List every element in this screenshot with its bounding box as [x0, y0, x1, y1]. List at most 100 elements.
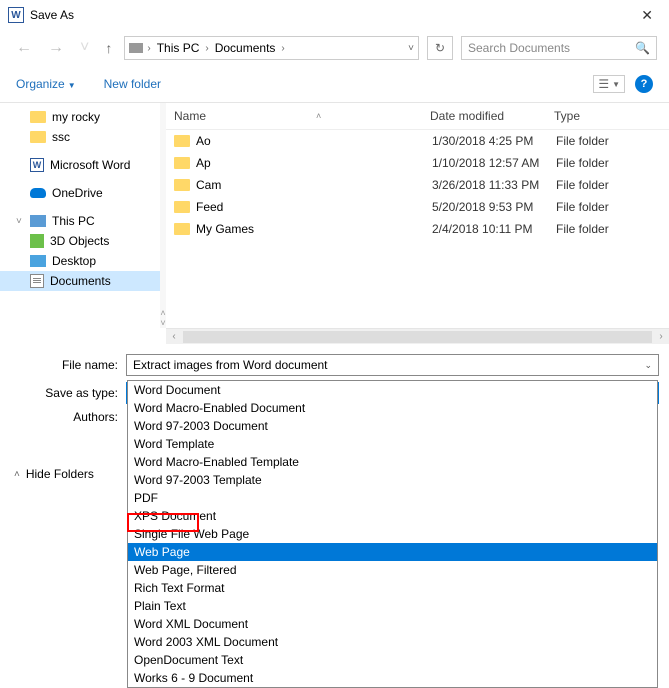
scroll-right-icon[interactable]: ›: [653, 331, 669, 342]
chevron-right-icon: ›: [281, 43, 284, 54]
breadcrumb-folder[interactable]: Documents: [213, 41, 278, 55]
forward-icon[interactable]: →: [44, 39, 68, 57]
hide-folders-button[interactable]: ˄ Hide Folders: [14, 467, 94, 481]
file-name: My Games: [196, 222, 254, 236]
file-row[interactable]: Cam 3/26/2018 11:33 PMFile folder: [166, 174, 669, 196]
address-bar[interactable]: › This PC › Documents › ˅: [124, 36, 419, 60]
word-app-icon: W: [8, 7, 24, 23]
type-option[interactable]: Web Page, Filtered: [128, 561, 657, 579]
nav-tree: my rocky ssc WMicrosoft Word OneDrive This P…: [0, 103, 160, 328]
file-name-label: File name:: [10, 358, 126, 372]
tree-item-label: my rocky: [52, 110, 100, 124]
tree-item[interactable]: This PC˅: [0, 211, 160, 231]
help-button[interactable]: ?: [635, 75, 653, 93]
search-placeholder: Search Documents: [468, 41, 570, 55]
folder-icon: [174, 135, 190, 147]
tree-item-label: OneDrive: [52, 186, 103, 200]
file-name: Feed: [196, 200, 223, 214]
folder-icon: [174, 179, 190, 191]
tree-item[interactable]: 3D Objects: [0, 231, 160, 251]
file-type: File folder: [556, 200, 661, 214]
type-option[interactable]: Plain Text: [128, 597, 657, 615]
file-date: 1/10/2018 12:57 AM: [432, 156, 556, 170]
tree-item-label: Documents: [50, 274, 111, 288]
column-headers: Name˄ Date modified Type: [166, 103, 669, 130]
up-icon[interactable]: ↑: [101, 40, 116, 56]
recent-dropdown-icon[interactable]: ˅: [76, 39, 93, 57]
main-panel: my rocky ssc WMicrosoft Word OneDrive This P…: [0, 102, 669, 328]
tree-item-label: ssc: [52, 130, 70, 144]
tree-item-label: 3D Objects: [50, 234, 109, 248]
organize-button[interactable]: Organize▼: [16, 77, 76, 91]
sort-up-icon: ˄: [316, 111, 321, 121]
chevron-right-icon: ›: [205, 43, 208, 54]
file-date: 5/20/2018 9:53 PM: [432, 200, 556, 214]
col-type[interactable]: Type: [554, 109, 661, 123]
col-name[interactable]: Name˄: [174, 109, 430, 123]
file-name-input[interactable]: Extract images from Word document ⌄: [126, 354, 659, 376]
nav-row: ← → ˅ ↑ › This PC › Documents › ˅ ↻ Sear…: [0, 30, 669, 66]
type-option[interactable]: OpenDocument Text: [128, 651, 657, 669]
file-date: 2/4/2018 10:11 PM: [432, 222, 556, 236]
caret-down-icon: ▼: [68, 81, 76, 90]
tree-item[interactable]: Desktop: [0, 251, 160, 271]
type-option[interactable]: Works 6 - 9 Document: [128, 669, 657, 687]
chevron-right-icon: ›: [147, 43, 150, 54]
combo-caret-icon[interactable]: ⌄: [644, 360, 652, 371]
view-options-button[interactable]: ☰▼: [593, 75, 625, 93]
type-option[interactable]: Word 2003 XML Document: [128, 633, 657, 651]
pc-icon: [30, 215, 46, 227]
file-type: File folder: [556, 222, 661, 236]
save-type-label: Save as type:: [10, 386, 126, 400]
h-scrollbar[interactable]: ‹ ›: [166, 328, 669, 344]
doc-icon: [30, 274, 44, 288]
tree-item[interactable]: ssc: [0, 127, 160, 147]
folder-icon: [174, 201, 190, 213]
file-row[interactable]: Ao1/30/2018 4:25 PMFile folder: [166, 130, 669, 152]
file-name: Cam: [196, 178, 221, 192]
authors-label: Authors:: [10, 410, 126, 424]
close-icon[interactable]: ✕: [633, 7, 661, 24]
tree-item[interactable]: OneDrive: [0, 183, 160, 203]
search-icon: 🔍: [635, 41, 650, 55]
pc-icon: [129, 43, 143, 53]
file-row[interactable]: Feed 5/20/2018 9:53 PMFile folder: [166, 196, 669, 218]
tree-item[interactable]: Documents: [0, 271, 160, 291]
type-option[interactable]: Word Document: [128, 381, 657, 399]
toolbar: Organize▼ New folder ☰▼ ?: [0, 66, 669, 102]
col-date[interactable]: Date modified: [430, 109, 554, 123]
tree-item-label: Desktop: [52, 254, 96, 268]
type-option[interactable]: Word XML Document: [128, 615, 657, 633]
type-option[interactable]: Single File Web Page: [128, 525, 657, 543]
file-type: File folder: [556, 178, 661, 192]
title-bar: W Save As ✕: [0, 0, 669, 30]
type-option[interactable]: Word Macro-Enabled Template: [128, 453, 657, 471]
refresh-button[interactable]: ↻: [427, 36, 453, 60]
tree-item[interactable]: my rocky: [0, 107, 160, 127]
tree-item[interactable]: WMicrosoft Word: [0, 155, 160, 175]
scroll-left-icon[interactable]: ‹: [166, 331, 182, 342]
file-date: 3/26/2018 11:33 PM: [432, 178, 556, 192]
address-dropdown-icon[interactable]: ˅: [408, 43, 414, 54]
type-option[interactable]: Word 97-2003 Document: [128, 417, 657, 435]
type-option[interactable]: Word Macro-Enabled Document: [128, 399, 657, 417]
file-date: 1/30/2018 4:25 PM: [432, 134, 556, 148]
type-option[interactable]: Word Template: [128, 435, 657, 453]
file-type: File folder: [556, 134, 661, 148]
breadcrumb-root[interactable]: This PC: [155, 41, 202, 55]
type-option[interactable]: XPS Document: [128, 507, 657, 525]
type-option[interactable]: Web Page: [128, 543, 657, 561]
save-type-dropdown: Word DocumentWord Macro-Enabled Document…: [127, 380, 658, 688]
onedrive-icon: [30, 188, 46, 198]
scroll-track[interactable]: [183, 331, 652, 343]
new-folder-button[interactable]: New folder: [104, 77, 161, 91]
file-row[interactable]: My Games 2/4/2018 10:11 PMFile folder: [166, 218, 669, 240]
type-option[interactable]: Word 97-2003 Template: [128, 471, 657, 489]
file-list: Name˄ Date modified Type Ao1/30/2018 4:2…: [166, 103, 669, 328]
search-input[interactable]: Search Documents 🔍: [461, 36, 657, 60]
chevron-down-icon: ˅: [16, 216, 22, 227]
file-row[interactable]: Ap1/10/2018 12:57 AMFile folder: [166, 152, 669, 174]
type-option[interactable]: Rich Text Format: [128, 579, 657, 597]
back-icon[interactable]: ←: [12, 39, 36, 57]
type-option[interactable]: PDF: [128, 489, 657, 507]
